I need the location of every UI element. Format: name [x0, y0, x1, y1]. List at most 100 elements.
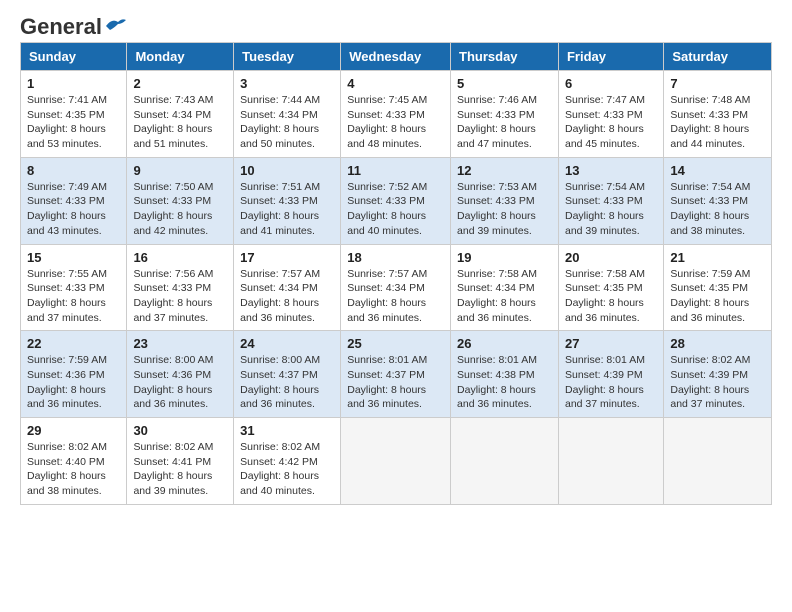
calendar-cell: 12 Sunrise: 7:53 AMSunset: 4:33 PMDayligh…	[451, 157, 559, 244]
cell-info: Sunrise: 7:58 AMSunset: 4:35 PMDaylight:…	[565, 268, 645, 324]
day-number: 18	[347, 250, 444, 265]
calendar-cell: 23 Sunrise: 8:00 AMSunset: 4:36 PMDayligh…	[127, 331, 234, 418]
day-number: 14	[670, 163, 765, 178]
cell-info: Sunrise: 7:54 AMSunset: 4:33 PMDaylight:…	[670, 181, 750, 237]
calendar-cell: 15 Sunrise: 7:55 AMSunset: 4:33 PMDayligh…	[21, 244, 127, 331]
logo: General	[20, 16, 126, 34]
calendar-cell: 27 Sunrise: 8:01 AMSunset: 4:39 PMDayligh…	[558, 331, 663, 418]
day-number: 30	[133, 423, 227, 438]
calendar-cell: 24 Sunrise: 8:00 AMSunset: 4:37 PMDayligh…	[234, 331, 341, 418]
day-number: 4	[347, 76, 444, 91]
calendar-week-row: 8 Sunrise: 7:49 AMSunset: 4:33 PMDaylight…	[21, 157, 772, 244]
calendar-cell: 30 Sunrise: 8:02 AMSunset: 4:41 PMDayligh…	[127, 418, 234, 505]
calendar-cell: 19 Sunrise: 7:58 AMSunset: 4:34 PMDayligh…	[451, 244, 559, 331]
cell-info: Sunrise: 7:48 AMSunset: 4:33 PMDaylight:…	[670, 94, 750, 150]
logo-bird-icon	[104, 16, 126, 34]
calendar-cell: 29 Sunrise: 8:02 AMSunset: 4:40 PMDayligh…	[21, 418, 127, 505]
day-number: 28	[670, 336, 765, 351]
cell-info: Sunrise: 7:50 AMSunset: 4:33 PMDaylight:…	[133, 181, 213, 237]
cell-info: Sunrise: 7:53 AMSunset: 4:33 PMDaylight:…	[457, 181, 537, 237]
calendar-cell: 20 Sunrise: 7:58 AMSunset: 4:35 PMDayligh…	[558, 244, 663, 331]
col-header-tuesday: Tuesday	[234, 43, 341, 71]
day-number: 13	[565, 163, 657, 178]
cell-info: Sunrise: 8:01 AMSunset: 4:39 PMDaylight:…	[565, 354, 645, 410]
col-header-thursday: Thursday	[451, 43, 559, 71]
calendar-cell: 18 Sunrise: 7:57 AMSunset: 4:34 PMDayligh…	[341, 244, 451, 331]
cell-info: Sunrise: 8:02 AMSunset: 4:42 PMDaylight:…	[240, 441, 320, 497]
col-header-sunday: Sunday	[21, 43, 127, 71]
calendar-cell: 9Sunrise: 7:50 AMSunset: 4:33 PMDaylight…	[127, 157, 234, 244]
calendar-cell: 3 Sunrise: 7:44 AMSunset: 4:34 PMDaylight…	[234, 71, 341, 158]
cell-info: Sunrise: 7:44 AMSunset: 4:34 PMDaylight:…	[240, 94, 320, 150]
calendar-week-row: 22 Sunrise: 7:59 AMSunset: 4:36 PMDayligh…	[21, 331, 772, 418]
day-number: 10	[240, 163, 334, 178]
calendar-cell: 2Sunrise: 7:43 AMSunset: 4:34 PMDaylight…	[127, 71, 234, 158]
day-number: 3	[240, 76, 334, 91]
calendar-cell: 26 Sunrise: 8:01 AMSunset: 4:38 PMDayligh…	[451, 331, 559, 418]
cell-info: Sunrise: 7:47 AMSunset: 4:33 PMDaylight:…	[565, 94, 645, 150]
cell-info: Sunrise: 7:57 AMSunset: 4:34 PMDaylight:…	[240, 268, 320, 324]
day-number: 1	[27, 76, 120, 91]
cell-info: Sunrise: 7:49 AMSunset: 4:33 PMDaylight:…	[27, 181, 107, 237]
cell-info: Sunrise: 7:55 AMSunset: 4:33 PMDaylight:…	[27, 268, 107, 324]
cell-info: Sunrise: 7:56 AMSunset: 4:33 PMDaylight:…	[133, 268, 213, 324]
calendar-cell: 25 Sunrise: 8:01 AMSunset: 4:37 PMDayligh…	[341, 331, 451, 418]
day-number: 29	[27, 423, 120, 438]
page-header: General	[20, 16, 772, 34]
cell-info: Sunrise: 8:01 AMSunset: 4:37 PMDaylight:…	[347, 354, 427, 410]
logo-general: General	[20, 16, 102, 38]
day-number: 15	[27, 250, 120, 265]
cell-info: Sunrise: 8:02 AMSunset: 4:41 PMDaylight:…	[133, 441, 213, 497]
calendar-week-row: 1 Sunrise: 7:41 AMSunset: 4:35 PMDaylight…	[21, 71, 772, 158]
day-number: 5	[457, 76, 552, 91]
calendar-cell	[664, 418, 772, 505]
day-number: 25	[347, 336, 444, 351]
day-number: 26	[457, 336, 552, 351]
cell-info: Sunrise: 7:51 AMSunset: 4:33 PMDaylight:…	[240, 181, 320, 237]
calendar-cell: 16 Sunrise: 7:56 AMSunset: 4:33 PMDayligh…	[127, 244, 234, 331]
day-number: 19	[457, 250, 552, 265]
day-number: 20	[565, 250, 657, 265]
cell-info: Sunrise: 7:52 AMSunset: 4:33 PMDaylight:…	[347, 181, 427, 237]
calendar-cell: 6 Sunrise: 7:47 AMSunset: 4:33 PMDaylight…	[558, 71, 663, 158]
day-number: 22	[27, 336, 120, 351]
calendar-week-row: 15 Sunrise: 7:55 AMSunset: 4:33 PMDayligh…	[21, 244, 772, 331]
day-number: 17	[240, 250, 334, 265]
cell-info: Sunrise: 7:58 AMSunset: 4:34 PMDaylight:…	[457, 268, 537, 324]
day-number: 23	[133, 336, 227, 351]
cell-info: Sunrise: 8:00 AMSunset: 4:36 PMDaylight:…	[133, 354, 213, 410]
cell-info: Sunrise: 7:59 AMSunset: 4:35 PMDaylight:…	[670, 268, 750, 324]
cell-info: Sunrise: 8:02 AMSunset: 4:40 PMDaylight:…	[27, 441, 107, 497]
calendar-cell: 8 Sunrise: 7:49 AMSunset: 4:33 PMDaylight…	[21, 157, 127, 244]
day-number: 11	[347, 163, 444, 178]
cell-info: Sunrise: 7:57 AMSunset: 4:34 PMDaylight:…	[347, 268, 427, 324]
calendar-table: SundayMondayTuesdayWednesdayThursdayFrid…	[20, 42, 772, 505]
day-number: 24	[240, 336, 334, 351]
cell-info: Sunrise: 8:02 AMSunset: 4:39 PMDaylight:…	[670, 354, 750, 410]
day-number: 6	[565, 76, 657, 91]
cell-info: Sunrise: 8:00 AMSunset: 4:37 PMDaylight:…	[240, 354, 320, 410]
day-number: 8	[27, 163, 120, 178]
day-number: 31	[240, 423, 334, 438]
cell-info: Sunrise: 7:41 AMSunset: 4:35 PMDaylight:…	[27, 94, 107, 150]
day-number: 12	[457, 163, 552, 178]
calendar-cell: 10 Sunrise: 7:51 AMSunset: 4:33 PMDayligh…	[234, 157, 341, 244]
calendar-cell: 11 Sunrise: 7:52 AMSunset: 4:33 PMDayligh…	[341, 157, 451, 244]
day-number: 7	[670, 76, 765, 91]
calendar-cell	[558, 418, 663, 505]
cell-info: Sunrise: 7:59 AMSunset: 4:36 PMDaylight:…	[27, 354, 107, 410]
calendar-cell: 7 Sunrise: 7:48 AMSunset: 4:33 PMDaylight…	[664, 71, 772, 158]
col-header-monday: Monday	[127, 43, 234, 71]
day-number: 21	[670, 250, 765, 265]
cell-info: Sunrise: 7:54 AMSunset: 4:33 PMDaylight:…	[565, 181, 645, 237]
calendar-cell	[341, 418, 451, 505]
calendar-cell: 31 Sunrise: 8:02 AMSunset: 4:42 PMDayligh…	[234, 418, 341, 505]
calendar-cell: 22 Sunrise: 7:59 AMSunset: 4:36 PMDayligh…	[21, 331, 127, 418]
calendar-cell: 17 Sunrise: 7:57 AMSunset: 4:34 PMDayligh…	[234, 244, 341, 331]
calendar-header-row: SundayMondayTuesdayWednesdayThursdayFrid…	[21, 43, 772, 71]
day-number: 27	[565, 336, 657, 351]
cell-info: Sunrise: 8:01 AMSunset: 4:38 PMDaylight:…	[457, 354, 537, 410]
col-header-friday: Friday	[558, 43, 663, 71]
col-header-wednesday: Wednesday	[341, 43, 451, 71]
day-number: 16	[133, 250, 227, 265]
